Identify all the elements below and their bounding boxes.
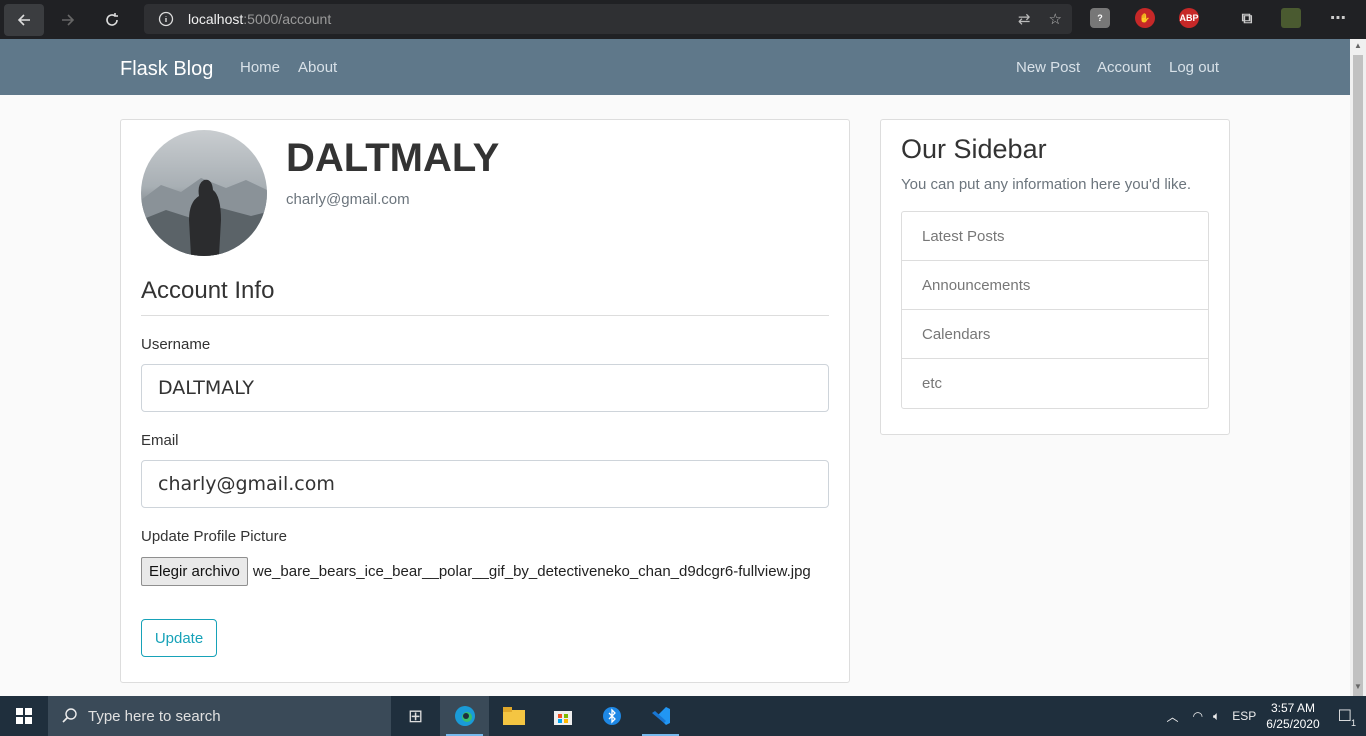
back-button[interactable] [4,3,44,36]
sidebar-card: Our Sidebar You can put any information … [880,119,1230,435]
nav-home-link[interactable]: Home [240,59,280,76]
windows-taskbar: Type here to search ⊞ ︿ ◠ 🔈︎ ESP 3:57 AM… [0,696,1366,736]
bluetooth-icon[interactable] [587,696,636,736]
url-host: localhost [188,11,244,27]
browser-toolbar: localhost:5000/account ⇄ ☆ ? ✋ ABP ⧉ ⋯ [0,0,1366,39]
collections-icon[interactable]: ⧉ [1237,8,1257,28]
start-button[interactable] [0,696,48,736]
sidebar-item-calendars[interactable]: Calendars [902,310,1208,359]
profile-email: charly@gmail.com [286,191,410,208]
picture-label: Update Profile Picture [141,528,287,545]
chevron-up-icon[interactable]: ︿ [1167,708,1179,725]
forward-icon [62,13,75,26]
sidebar-item-latest-posts[interactable]: Latest Posts [902,212,1208,261]
favorite-star-icon[interactable]: ☆ [1049,10,1062,28]
refresh-button[interactable] [92,4,132,36]
refresh-icon [106,12,118,26]
language-indicator[interactable]: ESP [1232,709,1256,723]
update-button[interactable]: Update [141,619,217,657]
sidebar-list: Latest Posts Announcements Calendars etc [901,211,1209,409]
url-path: :5000/account [243,11,332,27]
store-icon[interactable] [538,696,587,736]
page-scrollbar[interactable]: ▲ ▼ [1350,39,1366,710]
nav-logout-link[interactable]: Log out [1169,59,1219,76]
more-icon[interactable]: ⋯ [1328,8,1348,28]
nav-account-link[interactable]: Account [1097,59,1151,76]
forward-button[interactable] [48,4,88,36]
notification-icon[interactable]: ☐ 1 [1338,706,1356,728]
clock[interactable]: 3:57 AM 6/25/2020 [1266,700,1319,732]
file-picker: Elegir archivo we_bare_bears_ice_bear__p… [141,557,811,586]
profile-avatar-icon[interactable] [1281,8,1301,28]
scroll-down-icon[interactable]: ▼ [1353,682,1363,694]
network-icon[interactable]: ◠ [1193,709,1203,723]
vscode-icon[interactable] [636,696,685,736]
search-icon [62,708,77,723]
windows-icon [16,708,32,724]
profile-avatar [141,130,267,256]
nav-new-post-link[interactable]: New Post [1016,59,1080,76]
stop-extension-icon[interactable]: ✋ [1135,8,1155,28]
email-label: Email [141,432,179,449]
account-card: DALTMALY charly@gmail.com Account Info U… [120,119,850,683]
app-navbar: Flask Blog Home About New Post Account L… [0,39,1350,95]
username-label: Username [141,336,211,353]
volume-icon[interactable]: 🔈︎ [1213,709,1220,724]
email-input[interactable] [141,460,829,508]
sidebar-item-etc[interactable]: etc [902,359,1208,408]
search-placeholder: Type here to search [88,707,221,725]
edge-browser-icon[interactable] [440,696,489,736]
scroll-thumb[interactable] [1353,55,1363,710]
abp-extension-icon[interactable]: ABP [1179,8,1199,28]
notification-count: 1 [1350,718,1356,728]
task-view-icon[interactable]: ⊞ [391,696,440,736]
clock-time: 3:57 AM [1270,701,1315,715]
profile-username: DALTMALY [286,136,500,180]
username-input[interactable] [141,364,829,412]
account-info-legend: Account Info [141,277,829,316]
info-icon [158,11,174,27]
clock-date: 6/25/2020 [1266,717,1320,731]
shield-extension-icon[interactable]: ? [1090,8,1110,28]
file-explorer-icon[interactable] [489,696,538,736]
back-icon [17,13,30,26]
system-tray: ︿ ◠ 🔈︎ ESP 3:57 AM 6/25/2020 ☐ 1 [1167,696,1366,736]
sidebar-item-announcements[interactable]: Announcements [902,261,1208,310]
selected-file-name: we_bare_bears_ice_bear__polar__gif_by_de… [252,563,811,580]
address-bar[interactable]: localhost:5000/account ⇄ ☆ [144,4,1072,34]
choose-file-button[interactable]: Elegir archivo [141,557,248,586]
scroll-up-icon[interactable]: ▲ [1353,41,1363,53]
sidebar-description: You can put any information here you'd l… [901,176,1191,193]
nav-about-link[interactable]: About [298,59,337,76]
sidebar-title: Our Sidebar [901,134,1047,164]
taskbar-search[interactable]: Type here to search [48,696,391,736]
translate-icon[interactable]: ⇄ [1018,10,1031,28]
brand-link[interactable]: Flask Blog [120,58,213,81]
